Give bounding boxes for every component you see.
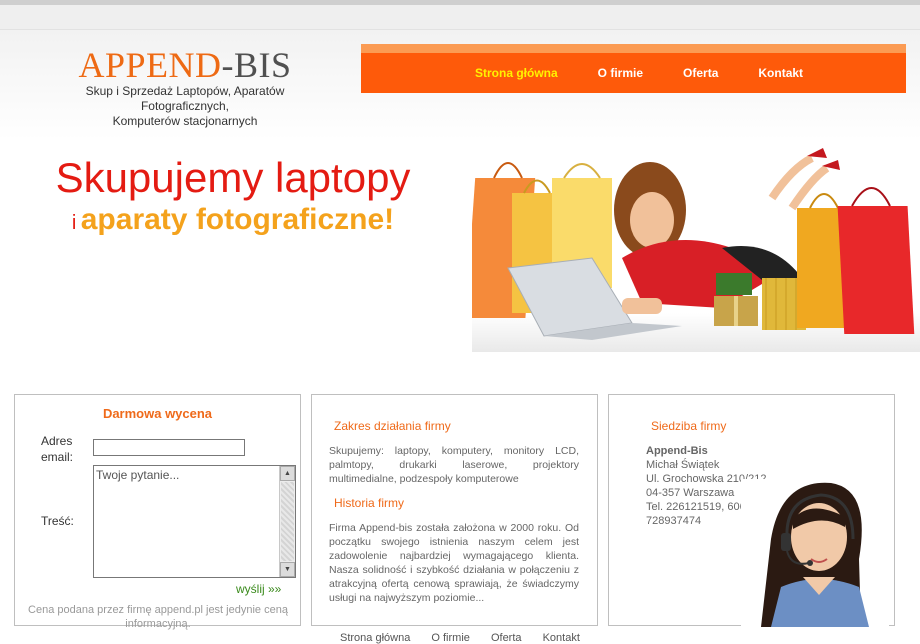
footer-link-about[interactable]: O firmie [431, 632, 470, 644]
hq-company-name: Append-Bis [646, 445, 708, 457]
logo-subtitle: Skup i Sprzedaż Laptopów, Aparatów Fotog… [40, 84, 330, 129]
footer-nav: Strona główna O firmie Oferta Kontakt [340, 632, 598, 644]
logo-subtitle-line1: Skup i Sprzedaż Laptopów, Aparatów Fotog… [85, 84, 285, 113]
message-label: Treść: [41, 514, 74, 528]
history-title: Historia firmy [334, 496, 405, 510]
free-valuation-panel: Darmowa wycena Adres email: Treść: Twoje… [14, 394, 301, 630]
hero-illustration [472, 138, 920, 352]
nav-item-home[interactable]: Strona główna [475, 66, 558, 80]
headquarters-panel: Siedziba firmy Append-Bis Michał Świątek… [608, 394, 895, 627]
message-textarea[interactable]: Twoje pytanie... ▲ ▼ [93, 465, 296, 578]
footer-link-offer[interactable]: Oferta [491, 632, 522, 644]
support-agent-illustration [741, 479, 889, 627]
message-placeholder: Twoje pytanie... [96, 468, 180, 482]
scope-text: Skupujemy: laptopy, komputery, monitory … [329, 445, 579, 485]
hero-subheadline-main: aparaty fotograficzne! [80, 203, 395, 236]
email-label-line2: email: [41, 450, 74, 464]
textarea-scrollbar[interactable]: ▲ ▼ [279, 466, 295, 577]
scope-title: Zakres działania firmy [334, 419, 451, 433]
footer-link-home[interactable]: Strona główna [340, 632, 410, 644]
send-button[interactable]: wyślij »» [236, 582, 281, 596]
main-nav: Strona główna O firmie Oferta Kontakt [361, 44, 906, 93]
logo-part-append: APPEND [78, 45, 222, 85]
form-title: Darmowa wycena [102, 406, 213, 421]
hero-image-shopping-woman [472, 138, 920, 352]
price-disclaimer: Cena podana przez firmę append.pl jest j… [28, 604, 288, 630]
logo-subtitle-line2: Komputerów stacjonarnych [112, 114, 258, 128]
nav-bar: Strona główna O firmie Oferta Kontakt [361, 53, 906, 93]
hero-subheadline-prefix: i [71, 212, 77, 234]
hq-person: Michał Świątek [646, 459, 720, 471]
history-text: Firma Append-bis została założona w 2000… [329, 522, 579, 604]
support-agent-image [741, 479, 889, 627]
hq-title: Siedziba firmy [651, 419, 727, 433]
logo-title: APPEND-BIS [40, 46, 330, 84]
site-logo[interactable]: APPEND-BIS Skup i Sprzedaż Laptopów, Apa… [40, 46, 330, 129]
scroll-down-arrow-icon[interactable]: ▼ [280, 562, 295, 577]
scroll-track[interactable] [281, 482, 294, 561]
nav-item-about[interactable]: O firmie [598, 66, 643, 80]
footer-link-contact[interactable]: Kontakt [543, 632, 580, 644]
scroll-up-arrow-icon[interactable]: ▲ [280, 466, 295, 481]
nav-top-strip [361, 44, 906, 53]
hero-subheadline: i aparaty fotograficzne! [10, 203, 456, 237]
nav-item-offer[interactable]: Oferta [683, 66, 718, 80]
email-field[interactable] [93, 439, 245, 456]
top-band [0, 5, 920, 30]
email-label-line1: Adres [41, 434, 73, 448]
hero-headline: Skupujemy laptopy [55, 154, 411, 201]
company-scope-panel: Zakres działania firmy Skupujemy: laptop… [311, 394, 598, 626]
nav-item-contact[interactable]: Kontakt [758, 66, 803, 80]
logo-part-bis: -BIS [221, 45, 292, 85]
